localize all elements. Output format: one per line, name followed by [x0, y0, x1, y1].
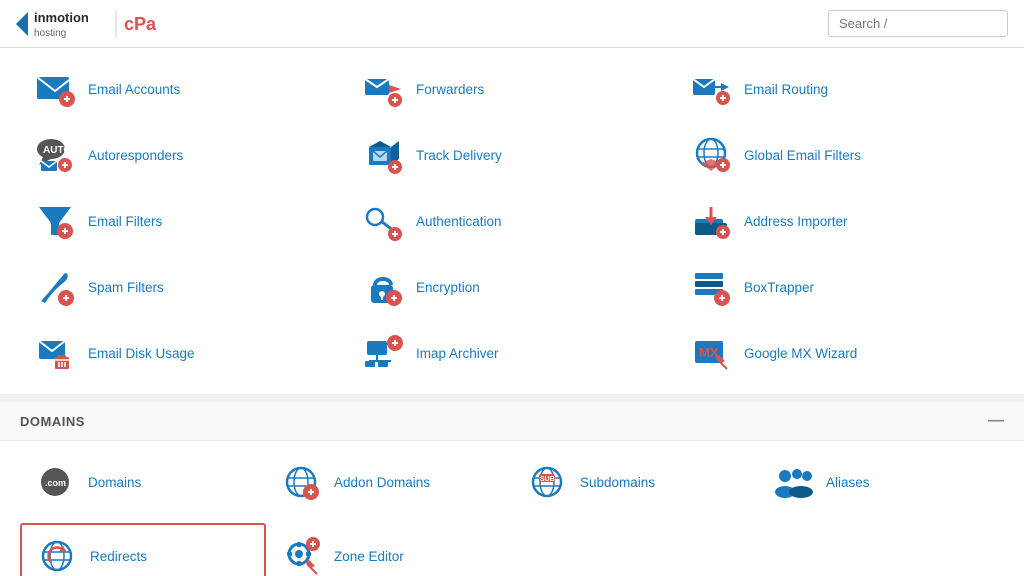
item-address-importer[interactable]: Address Importer — [676, 190, 1004, 252]
item-google-mx-wizard[interactable]: MX Google MX Wizard — [676, 322, 1004, 384]
item-zone-editor[interactable]: Zone Editor — [266, 523, 512, 576]
spam-filters-icon — [32, 264, 78, 310]
email-items-grid: Email Accounts Forwarders — [20, 58, 1004, 384]
item-label-google-mx-wizard: Google MX Wizard — [744, 346, 857, 361]
encryption-icon — [360, 264, 406, 310]
item-forwarders[interactable]: Forwarders — [348, 58, 676, 120]
item-authentication[interactable]: Authentication — [348, 190, 676, 252]
item-spam-filters[interactable]: Spam Filters — [20, 256, 348, 318]
item-label-email-filters: Email Filters — [88, 214, 162, 229]
aliases-icon — [770, 459, 816, 505]
item-label-authentication: Authentication — [416, 214, 502, 229]
item-global-email-filters[interactable]: Global Email Filters — [676, 124, 1004, 186]
item-label-forwarders: Forwarders — [416, 82, 484, 97]
svg-text:hosting: hosting — [34, 28, 66, 39]
item-label-domains: Domains — [88, 475, 141, 490]
item-email-accounts[interactable]: Email Accounts — [20, 58, 348, 120]
item-label-email-routing: Email Routing — [744, 82, 828, 97]
domains-section-title: DOMAINS — [20, 414, 85, 429]
item-addon-domains[interactable]: Addon Domains — [266, 451, 512, 513]
autoresponders-icon: AUTO — [32, 132, 78, 178]
boxtrapper-icon — [688, 264, 734, 310]
item-track-delivery[interactable]: Track Delivery — [348, 124, 676, 186]
svg-text:AUTO: AUTO — [43, 145, 71, 156]
inmotion-logo: inmotion hosting cPanel — [16, 6, 156, 42]
item-aliases[interactable]: Aliases — [758, 451, 1004, 513]
item-label-address-importer: Address Importer — [744, 214, 848, 229]
item-label-addon-domains: Addon Domains — [334, 475, 430, 490]
redirects-icon — [34, 533, 80, 576]
forwarders-icon — [360, 66, 406, 112]
item-email-disk-usage[interactable]: Email Disk Usage — [20, 322, 348, 384]
search-input[interactable] — [828, 10, 1008, 37]
item-encryption[interactable]: Encryption — [348, 256, 676, 318]
main-content: Email Accounts Forwarders — [0, 48, 1024, 576]
global-email-filters-icon — [688, 132, 734, 178]
svg-text:inmotion: inmotion — [34, 10, 89, 25]
item-subdomains[interactable]: SUB Subdomains — [512, 451, 758, 513]
logo-area: inmotion hosting cPanel — [16, 6, 156, 42]
domains-icon: .com — [32, 459, 78, 505]
item-label-boxtrapper: BoxTrapper — [744, 280, 814, 295]
item-label-spam-filters: Spam Filters — [88, 280, 164, 295]
imap-archiver-icon — [360, 330, 406, 376]
email-disk-usage-icon — [32, 330, 78, 376]
item-label-encryption: Encryption — [416, 280, 480, 295]
domains-row2-grid: Redirects — [0, 523, 1024, 576]
collapse-icon[interactable]: — — [988, 412, 1004, 430]
svg-text:SUB: SUB — [540, 476, 555, 483]
item-autoresponders[interactable]: AUTO Autoresponders — [20, 124, 348, 186]
svg-text:.com: .com — [45, 478, 66, 488]
item-label-email-accounts: Email Accounts — [88, 82, 180, 97]
item-redirects[interactable]: Redirects — [20, 523, 266, 576]
item-label-imap-archiver: Imap Archiver — [416, 346, 499, 361]
item-imap-archiver[interactable]: Imap Archiver — [348, 322, 676, 384]
email-routing-icon — [688, 66, 734, 112]
item-email-routing[interactable]: Email Routing — [676, 58, 1004, 120]
email-section: Email Accounts Forwarders — [0, 48, 1024, 394]
item-label-autoresponders: Autoresponders — [88, 148, 183, 163]
item-email-filters[interactable]: Email Filters — [20, 190, 348, 252]
email-filters-icon — [32, 198, 78, 244]
item-boxtrapper[interactable]: BoxTrapper — [676, 256, 1004, 318]
domains-row1-grid: .com Domains — [0, 441, 1024, 523]
inmotion-logo-svg: inmotion hosting cPanel — [16, 6, 156, 42]
svg-text:cPanel: cPanel — [124, 14, 156, 34]
item-label-global-email-filters: Global Email Filters — [744, 148, 861, 163]
item-label-zone-editor: Zone Editor — [334, 549, 404, 564]
addon-domains-icon — [278, 459, 324, 505]
google-mx-wizard-icon: MX — [688, 330, 734, 376]
domains-section-header: DOMAINS — — [0, 402, 1024, 441]
track-delivery-icon — [360, 132, 406, 178]
subdomains-icon: SUB — [524, 459, 570, 505]
domains-section: DOMAINS — .com Domains — [0, 402, 1024, 576]
authentication-icon — [360, 198, 406, 244]
item-label-aliases: Aliases — [826, 475, 870, 490]
item-label-redirects: Redirects — [90, 549, 147, 564]
item-label-track-delivery: Track Delivery — [416, 148, 502, 163]
item-domains[interactable]: .com Domains — [20, 451, 266, 513]
header: inmotion hosting cPanel — [0, 0, 1024, 48]
item-label-email-disk-usage: Email Disk Usage — [88, 346, 195, 361]
address-importer-icon — [688, 198, 734, 244]
email-accounts-icon — [32, 66, 78, 112]
item-label-subdomains: Subdomains — [580, 475, 655, 490]
zone-editor-icon — [278, 533, 324, 576]
